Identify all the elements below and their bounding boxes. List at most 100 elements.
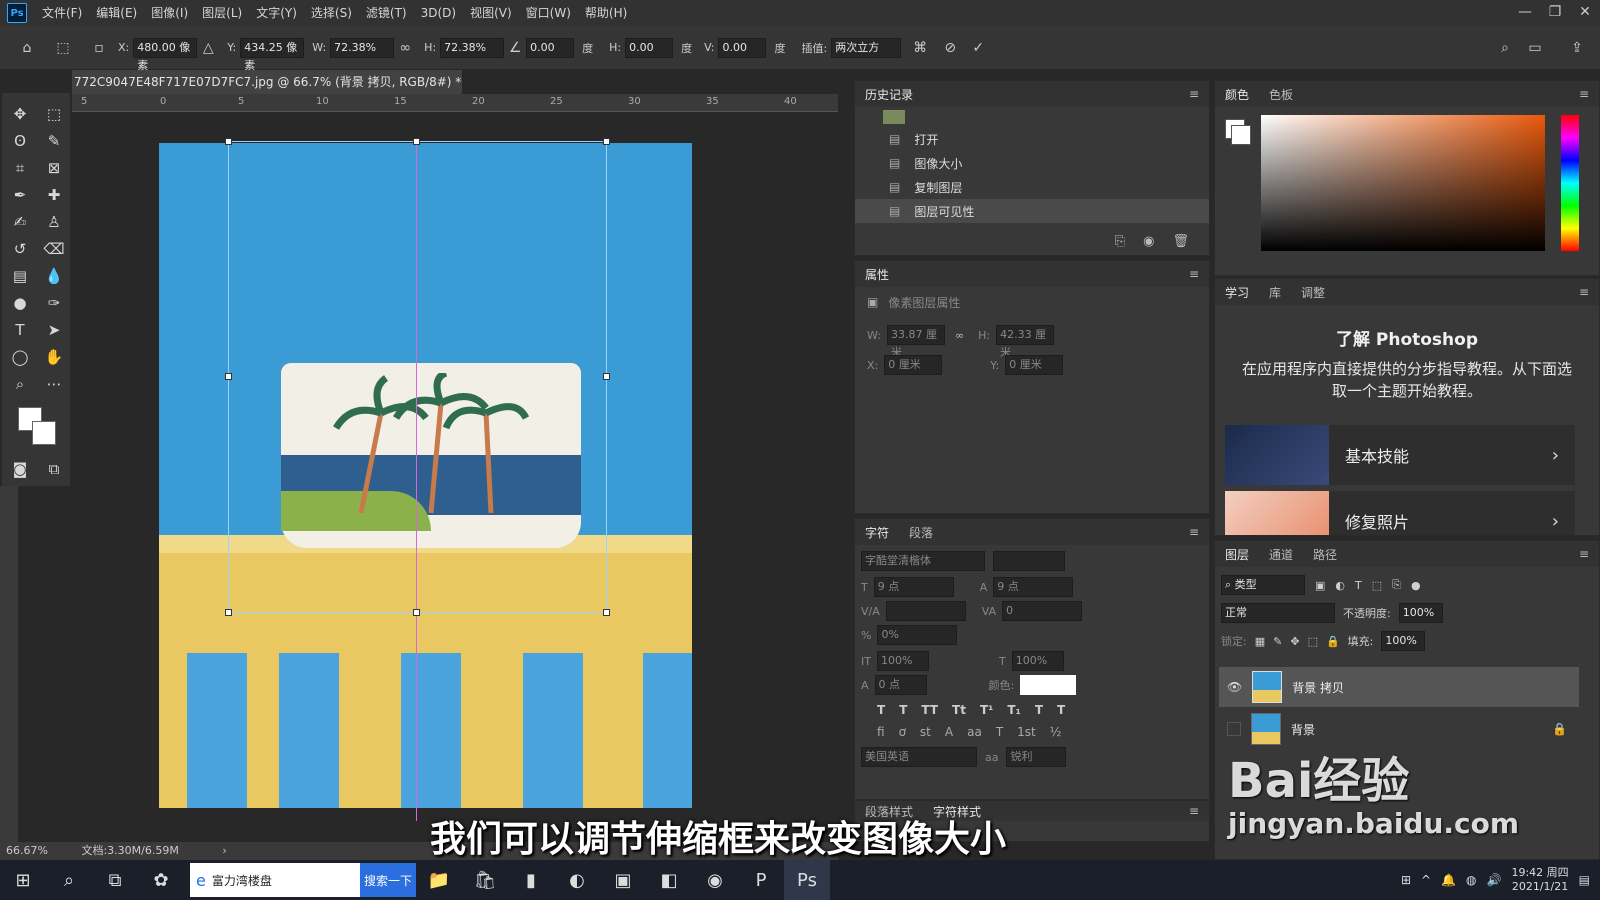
- eyedropper-tool-icon[interactable]: ✒: [8, 184, 32, 206]
- browser-icon[interactable]: ◉: [692, 860, 738, 900]
- transform-handle-bottom-right[interactable]: [603, 609, 610, 616]
- lock-position-icon[interactable]: ✥: [1290, 635, 1299, 648]
- new-document-from-state-icon[interactable]: ⎘: [1115, 234, 1125, 249]
- transform-handle-right[interactable]: [603, 373, 610, 380]
- lasso-tool-icon[interactable]: ʘ: [8, 130, 32, 152]
- move-tool-icon[interactable]: ✥: [8, 103, 32, 125]
- file-explorer-icon[interactable]: 📁: [416, 860, 462, 900]
- learn-card-basic[interactable]: 基本技能 ›: [1225, 425, 1575, 485]
- history-snapshot[interactable]: [855, 107, 1209, 127]
- properties-tab[interactable]: 属性: [855, 266, 899, 283]
- quick-select-tool-icon[interactable]: ✎: [42, 130, 66, 152]
- network-icon[interactable]: ◍: [1466, 873, 1476, 887]
- history-tab[interactable]: 历史记录: [855, 86, 923, 103]
- alt-ligature-icon[interactable]: ơ: [899, 725, 906, 739]
- learn-card-repair[interactable]: 修复照片 ›: [1225, 491, 1575, 535]
- kerning-input[interactable]: [885, 601, 966, 621]
- panel-menu-icon[interactable]: ≡: [1179, 87, 1209, 101]
- y-input[interactable]: 434.25 像素: [240, 37, 305, 72]
- search-icon[interactable]: ⌕: [46, 860, 92, 900]
- paths-tab[interactable]: 路径: [1303, 546, 1347, 563]
- trash-icon[interactable]: 🗑: [1172, 234, 1189, 249]
- layer-row-background[interactable]: 背景 🔒: [1219, 709, 1579, 749]
- interpolation-select[interactable]: 两次立方: [831, 37, 902, 58]
- quick-mask-icon[interactable]: ◙: [8, 458, 32, 480]
- menu-view[interactable]: 视图(V): [463, 0, 519, 26]
- paragraph-tab[interactable]: 段落: [899, 524, 943, 541]
- transform-icon[interactable]: ⬚: [52, 37, 74, 59]
- width-input[interactable]: 72.38%: [330, 37, 395, 58]
- character-tab[interactable]: 字符: [855, 524, 899, 541]
- tracking-input[interactable]: 0: [1002, 601, 1083, 621]
- transform-handle-left[interactable]: [225, 373, 232, 380]
- eraser-tool-icon[interactable]: ⌫: [42, 238, 66, 260]
- lock-transparent-icon[interactable]: ▦: [1255, 635, 1265, 648]
- powerpoint-icon[interactable]: P: [738, 860, 784, 900]
- panel-menu-icon[interactable]: ≡: [1569, 547, 1599, 561]
- notification-bell-icon[interactable]: 🔔: [1441, 873, 1456, 887]
- filter-pixel-icon[interactable]: ▣: [1315, 579, 1325, 592]
- stylistic-icon[interactable]: aa: [967, 725, 982, 739]
- close-icon[interactable]: ✕: [1570, 0, 1600, 26]
- ellipse-tool-icon[interactable]: ◯: [8, 346, 32, 368]
- faux-bold-icon[interactable]: T: [877, 703, 885, 717]
- hue-slider[interactable]: [1561, 115, 1579, 251]
- font-family-select[interactable]: 字酷堂清楷体: [861, 551, 985, 571]
- commit-transform-icon[interactable]: ✓: [967, 37, 989, 59]
- strikethrough-icon[interactable]: T: [1057, 703, 1065, 717]
- office-icon[interactable]: ◧: [646, 860, 692, 900]
- prop-y-input[interactable]: 0 厘米: [1005, 355, 1064, 375]
- zoom-tool-icon[interactable]: ⌕: [8, 373, 32, 395]
- titling-icon[interactable]: T: [996, 725, 1003, 739]
- brush-tool-icon[interactable]: ✍: [8, 211, 32, 233]
- notes-icon[interactable]: ▮: [508, 860, 554, 900]
- transform-handle-top-right[interactable]: [603, 138, 610, 145]
- iqiyi-icon[interactable]: ▣: [600, 860, 646, 900]
- delta-icon[interactable]: △: [197, 37, 219, 59]
- ligature-icon[interactable]: fi: [877, 725, 885, 739]
- opacity-input[interactable]: 100%: [1398, 603, 1443, 623]
- workspace-icon[interactable]: ▭: [1524, 37, 1546, 59]
- link-icon[interactable]: ∞: [394, 37, 416, 59]
- filter-smart-icon[interactable]: ⎘: [1392, 578, 1401, 592]
- history-item[interactable]: ▤ 打开: [855, 127, 1209, 151]
- bg-color-swatch[interactable]: [1231, 125, 1251, 145]
- marquee-tool-icon[interactable]: ⬚: [42, 103, 66, 125]
- minimize-icon[interactable]: —: [1510, 0, 1540, 26]
- font-size-input[interactable]: 9 点: [873, 577, 954, 597]
- taskbar-clock[interactable]: 19:42 周四 2021/1/21: [1511, 866, 1568, 894]
- panel-menu-icon[interactable]: ≡: [1569, 87, 1599, 101]
- language-select[interactable]: 美国英语: [861, 747, 977, 767]
- snapshot-camera-icon[interactable]: ◉: [1143, 234, 1154, 249]
- more-tools-icon[interactable]: ⋯: [42, 373, 66, 395]
- layer-row-copy[interactable]: 👁 背景 拷贝: [1219, 667, 1579, 707]
- reference-point-icon[interactable]: ▫: [88, 37, 110, 59]
- task-view-icon[interactable]: ⧉: [92, 860, 138, 900]
- underline-icon[interactable]: T: [1035, 703, 1043, 717]
- prop-width-input[interactable]: 33.87 厘米: [886, 325, 945, 359]
- history-item[interactable]: ▤ 复制图层: [855, 175, 1209, 199]
- filter-toggle-icon[interactable]: ●: [1411, 579, 1421, 592]
- learn-tab[interactable]: 学习: [1215, 284, 1259, 301]
- share-icon[interactable]: ⇪: [1566, 37, 1588, 59]
- visibility-toggle[interactable]: [1227, 722, 1241, 736]
- lock-pixels-icon[interactable]: ✎: [1273, 635, 1282, 648]
- small-caps-icon[interactable]: Tt: [952, 703, 966, 717]
- prop-height-input[interactable]: 42.33 厘米: [996, 325, 1055, 359]
- history-item[interactable]: ▤ 图像大小: [855, 151, 1209, 175]
- transform-handle-bottom[interactable]: [413, 609, 420, 616]
- height-input[interactable]: 72.38%: [440, 37, 505, 58]
- menu-select[interactable]: 选择(S): [304, 0, 359, 26]
- input-method-icon[interactable]: ⊞: [1401, 873, 1411, 887]
- link-icon[interactable]: ∞: [955, 329, 964, 342]
- taskbar-search-box[interactable]: e 富力湾楼盘: [190, 863, 360, 897]
- text-color-swatch[interactable]: [1020, 675, 1077, 695]
- swatches-tab[interactable]: 色板: [1259, 86, 1303, 103]
- horizontal-scale-input[interactable]: 100%: [1011, 651, 1064, 671]
- lock-all-icon[interactable]: 🔒: [1326, 635, 1340, 648]
- eye-icon[interactable]: 👁: [1227, 680, 1242, 694]
- crop-tool-icon[interactable]: ⌗: [8, 157, 32, 179]
- history-brush-tool-icon[interactable]: ↺: [8, 238, 32, 260]
- lock-artboard-icon[interactable]: ⬚: [1308, 635, 1318, 648]
- filter-type-icon[interactable]: T: [1355, 579, 1362, 592]
